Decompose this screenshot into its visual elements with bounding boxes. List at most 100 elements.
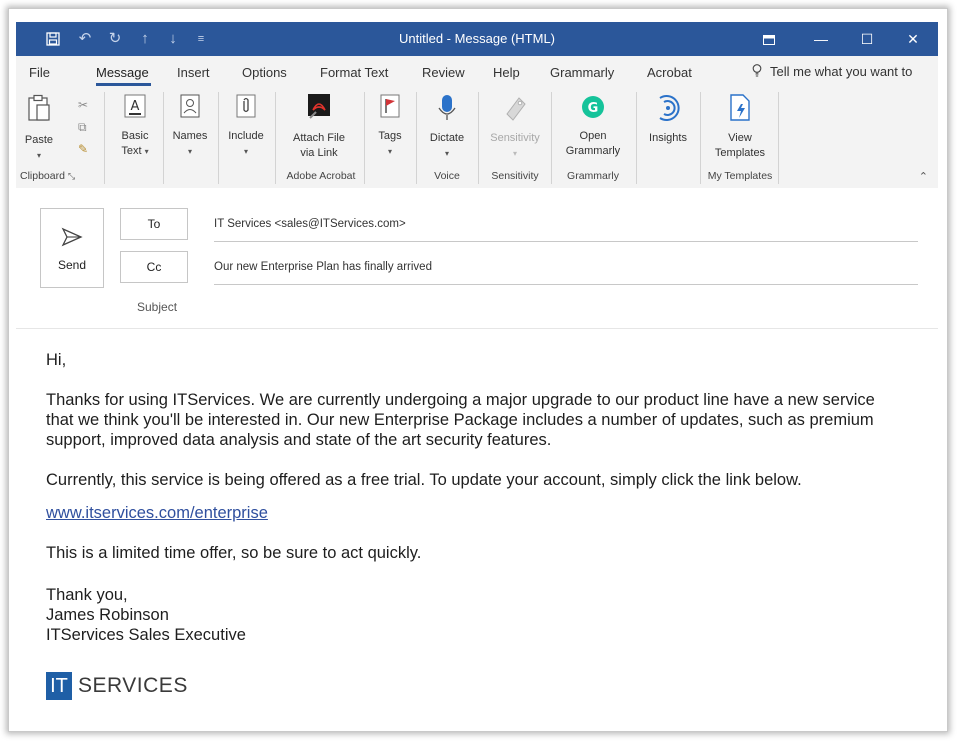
cc-button[interactable]: Cc (120, 251, 188, 283)
tab-insert[interactable]: Insert (177, 65, 210, 80)
group-grammarly-label: Grammarly (567, 170, 619, 182)
names-dropdown-icon: ▾ (187, 147, 192, 156)
tab-message[interactable]: Message (96, 65, 149, 80)
microphone-icon (424, 94, 470, 127)
templates-icon (706, 94, 774, 127)
tab-grammarly[interactable]: Grammarly (550, 65, 614, 80)
paste-dropdown-icon: ▾ (36, 151, 41, 160)
tags-dropdown-icon: ▾ (387, 147, 392, 156)
greeting: Hi, (46, 351, 67, 369)
sensitivity-dropdown-icon: ▾ (512, 149, 517, 158)
body-paragraph-1: Thanks for using ITServices. We are curr… (46, 391, 875, 449)
body-paragraph-2: Currently, this service is being offered… (46, 471, 802, 489)
group-clipboard-label: Clipboard ⤡ (20, 170, 76, 182)
clipboard-icon (22, 94, 56, 129)
copy-icon[interactable]: ⧉ (78, 120, 87, 135)
dictate-dropdown-icon: ▾ (444, 149, 449, 158)
send-button[interactable]: Send (40, 208, 104, 288)
svg-text:G: G (588, 101, 599, 116)
sensitivity-button[interactable]: Sensitivity ▾ (484, 94, 546, 161)
paperclip-icon (224, 94, 268, 125)
message-body[interactable]: Hi, Thanks for using ITServices. We are … (46, 350, 906, 645)
group-separator (275, 92, 276, 184)
insights-label: Insights (649, 132, 687, 144)
insights-button[interactable]: Insights (644, 94, 692, 146)
view-templates-button[interactable]: View Templates (706, 94, 774, 161)
ribbon-message: Paste ▾ ✂ ⧉ ✎ Clipboard ⤡ A Basic Text ▾ N… (16, 86, 938, 188)
dictate-label: Dictate (429, 132, 465, 144)
group-separator (104, 92, 105, 184)
names-button[interactable]: Names ▾ (170, 94, 210, 159)
group-separator (478, 92, 479, 184)
svg-text:A: A (131, 99, 140, 114)
format-painter-icon[interactable]: ✎ (78, 142, 88, 156)
tab-file[interactable]: File (29, 65, 50, 80)
insights-icon (644, 94, 692, 127)
group-my-templates-label: My Templates (707, 170, 773, 182)
ribbon-display-icon[interactable] (746, 22, 792, 56)
tell-me-label: Tell me what you want to (770, 64, 913, 79)
open-grammarly-button[interactable]: G Open Grammarly (560, 94, 626, 159)
include-button[interactable]: Include ▾ (224, 94, 268, 159)
to-button[interactable]: To (120, 208, 188, 240)
attach-file-via-link-button[interactable]: Attach File via Link (284, 94, 354, 161)
paste-label: Paste (24, 134, 54, 146)
group-voice-label: Voice (434, 170, 460, 182)
title-bar: ↶ ↻ ↑ ↓ ≡ Untitled - Message (HTML) — ☐ … (16, 22, 938, 56)
body-paragraph-3: This is a limited time offer, so be sure… (46, 544, 422, 562)
close-button[interactable]: ✕ (890, 22, 936, 56)
compose-header: Send To IT Services <sales@ITServices.co… (16, 188, 938, 329)
font-color-icon: A (114, 94, 156, 125)
minimize-button[interactable]: — (798, 22, 844, 56)
group-separator (416, 92, 417, 184)
open-grammarly-label-1: Open (579, 130, 607, 142)
open-grammarly-label-2: Grammarly (565, 145, 621, 157)
tags-button[interactable]: Tags ▾ (372, 94, 408, 159)
tab-format-text[interactable]: Format Text (320, 65, 388, 80)
acrobat-attach-icon (284, 94, 354, 127)
attach-label-2: via Link (300, 147, 338, 159)
dictate-button[interactable]: Dictate ▾ (424, 94, 470, 161)
group-separator (364, 92, 365, 184)
maximize-button[interactable]: ☐ (844, 22, 890, 56)
tab-help[interactable]: Help (493, 65, 520, 80)
basic-text-dropdown-icon: ▾ (144, 147, 149, 156)
cut-icon[interactable]: ✂ (78, 98, 88, 112)
basic-text-label-2: Text (121, 145, 142, 157)
signature-line-1: Thank you, (46, 586, 128, 604)
tab-options[interactable]: Options (242, 65, 287, 80)
tell-me-search[interactable]: Tell me what you want to (752, 64, 912, 79)
flag-icon (372, 94, 408, 125)
group-separator (551, 92, 552, 184)
tab-acrobat[interactable]: Acrobat (647, 65, 692, 80)
paste-button[interactable]: Paste ▾ (22, 94, 56, 163)
view-templates-label-1: View (728, 132, 752, 144)
ribbon-area: File Message Insert Options Format Text … (16, 56, 938, 189)
subject-label: Subject (137, 300, 178, 314)
sensitivity-icon (484, 94, 546, 127)
grammarly-icon: G (560, 94, 626, 125)
send-icon (61, 227, 83, 252)
tags-label: Tags (378, 130, 402, 142)
attach-label-1: Attach File (293, 132, 345, 144)
group-separator (218, 92, 219, 184)
enterprise-link[interactable]: www.itservices.com/enterprise (46, 504, 268, 522)
group-sensitivity-label: Sensitivity (491, 170, 539, 182)
tab-review[interactable]: Review (422, 65, 465, 80)
signature-title: ITServices Sales Executive (46, 626, 246, 644)
logo-box: IT (46, 672, 72, 700)
basic-text-label-1: Basic (121, 130, 149, 142)
group-separator (778, 92, 779, 184)
include-dropdown-icon: ▾ (243, 147, 248, 156)
group-separator (636, 92, 637, 184)
logo-wordmark: SERVICES (78, 674, 188, 697)
to-field[interactable]: IT Services <sales@ITServices.com> (214, 213, 918, 242)
group-adobe-acrobat-label: Adobe Acrobat (286, 170, 356, 182)
ribbon-tabs: File Message Insert Options Format Text … (16, 56, 938, 86)
basic-text-button[interactable]: A Basic Text ▾ (114, 94, 156, 159)
names-label: Names (172, 130, 208, 142)
signature-name: James Robinson (46, 606, 169, 624)
cc-field[interactable]: Our new Enterprise Plan has finally arri… (214, 256, 918, 285)
collapse-ribbon-icon[interactable]: ⌃ (919, 170, 928, 183)
include-label: Include (228, 130, 264, 142)
